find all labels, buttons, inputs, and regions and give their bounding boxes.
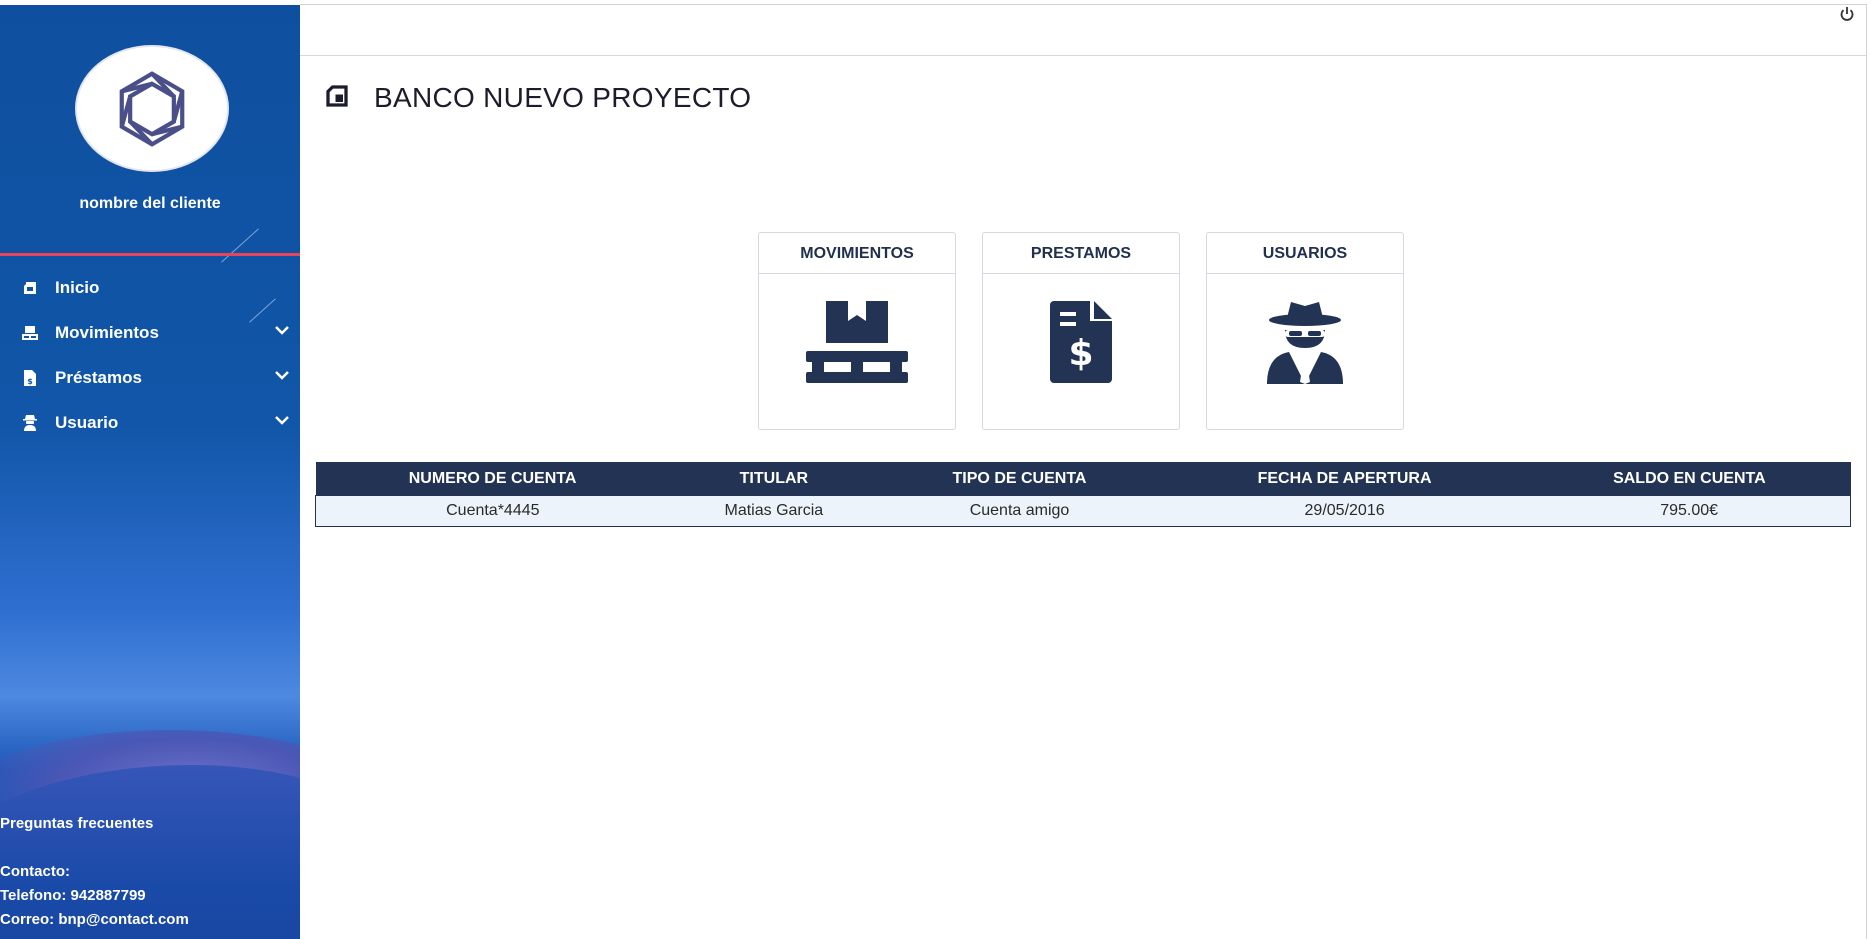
sidebar-item-prestamos[interactable]: $ Préstamos xyxy=(0,355,300,400)
svg-text:$: $ xyxy=(1068,333,1093,374)
sidebar-item-movimientos[interactable]: Movimientos xyxy=(0,310,300,355)
client-name: nombre del cliente xyxy=(79,195,221,212)
sidebar: nombre del cliente Inicio Movimientos $ … xyxy=(0,5,300,939)
user-secret-icon xyxy=(1267,302,1343,384)
tablet-icon xyxy=(20,278,40,298)
invoice-dollar-icon: $ xyxy=(20,368,40,388)
column-header: NUMERO DE CUENTA xyxy=(315,462,670,496)
phone-text: Telefono: 942887799 xyxy=(0,887,146,904)
pallet-icon xyxy=(20,323,40,343)
sidebar-item-label: Inicio xyxy=(55,277,100,297)
sidebar-item-inicio[interactable]: Inicio xyxy=(0,265,300,310)
sidebar-item-label: Usuario xyxy=(55,412,119,432)
table-row: Cuenta*4445 Matias Garcia Cuenta amigo 2… xyxy=(314,495,1852,527)
balance-cell: 795.00€ xyxy=(1528,495,1852,527)
column-header: FECHA DE APERTURA xyxy=(1160,462,1529,496)
card-prestamos[interactable]: PRESTAMOS $ xyxy=(982,232,1180,430)
email-text: Correo: bnp@contact.com xyxy=(0,911,189,928)
shooting-star xyxy=(221,228,259,263)
chevron-down-icon[interactable] xyxy=(274,322,290,343)
invoice-dollar-icon: $ xyxy=(1050,301,1112,383)
sidebar-footer: Preguntas frecuentes Contacto: Telefono:… xyxy=(0,812,189,932)
account-number-cell: Cuenta*4445 xyxy=(314,495,670,527)
sidebar-item-usuario[interactable]: Usuario xyxy=(0,400,300,445)
column-header: TIPO DE CUENTA xyxy=(878,462,1161,496)
sidebar-item-label: Préstamos xyxy=(55,367,142,387)
contact-label: Contacto: xyxy=(0,863,70,880)
card-usuarios[interactable]: USUARIOS xyxy=(1206,232,1404,430)
user-secret-icon xyxy=(20,413,40,433)
card-movimientos[interactable]: MOVIMIENTOS xyxy=(758,232,956,430)
sidebar-divider xyxy=(0,253,300,256)
chevron-down-icon[interactable] xyxy=(274,412,290,433)
page-border xyxy=(1866,4,1867,939)
column-header: SALDO EN CUENTA xyxy=(1528,462,1851,496)
tablet-icon xyxy=(325,84,349,113)
table-header-row: NUMERO DE CUENTA TITULAR TIPO DE CUENTA … xyxy=(315,462,1851,496)
pallet-icon xyxy=(806,301,908,383)
sidebar-nav: Inicio Movimientos $ Préstamos Usuario xyxy=(0,265,300,445)
holder-cell: Matias Garcia xyxy=(669,495,879,527)
top-bar xyxy=(300,4,1867,56)
accounts-table: NUMERO DE CUENTA TITULAR TIPO DE CUENTA … xyxy=(314,462,1852,527)
column-header: TITULAR xyxy=(669,462,879,496)
faq-link[interactable]: Preguntas frecuentes xyxy=(0,812,189,836)
power-icon[interactable] xyxy=(1839,6,1859,26)
hexagon-logo-icon xyxy=(119,70,185,147)
account-type-cell: Cuenta amigo xyxy=(878,495,1161,527)
card-title: MOVIMIENTOS xyxy=(759,233,955,274)
page-header: BANCO NUEVO PROYECTO xyxy=(325,82,751,114)
card-title: USUARIOS xyxy=(1207,233,1403,274)
page-title: BANCO NUEVO PROYECTO xyxy=(374,82,752,113)
chevron-down-icon[interactable] xyxy=(274,367,290,388)
card-title: PRESTAMOS xyxy=(983,233,1179,274)
svg-text:$: $ xyxy=(27,377,33,386)
shortcut-cards: MOVIMIENTOS PRESTAMOS $ USUARIOS xyxy=(758,232,1430,430)
opening-date-cell: 29/05/2016 xyxy=(1160,495,1529,527)
bank-logo xyxy=(75,45,229,172)
sidebar-item-label: Movimientos xyxy=(55,322,159,342)
